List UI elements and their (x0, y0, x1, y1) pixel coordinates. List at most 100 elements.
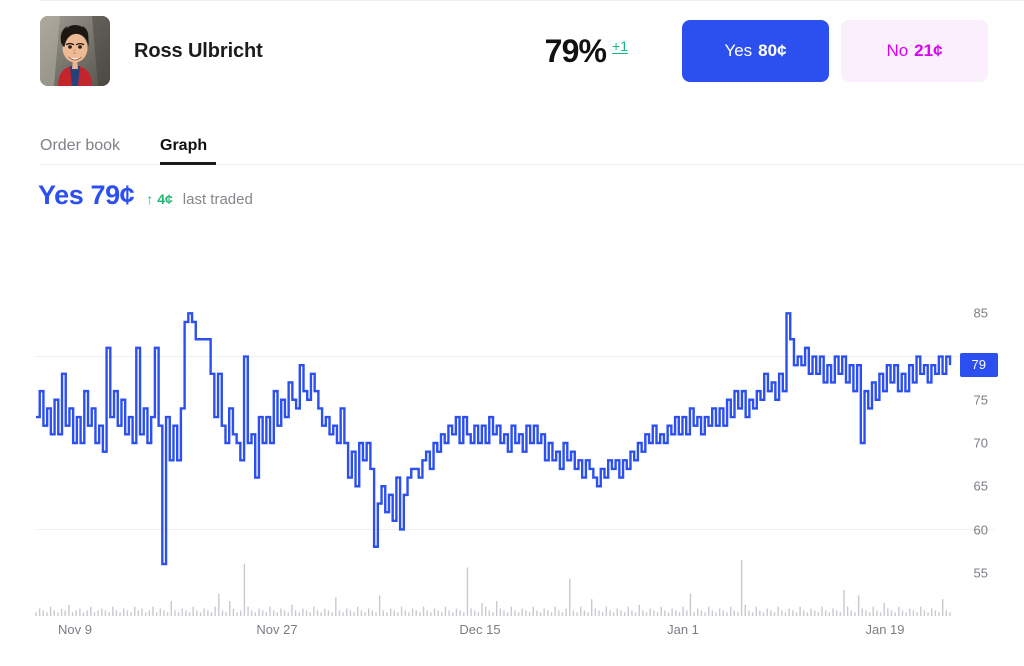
probability-display: 79% +1 (545, 31, 628, 71)
volume-bar (624, 612, 625, 616)
volume-bar (511, 607, 512, 616)
volume-bar (690, 594, 691, 616)
volume-bar (459, 610, 460, 616)
volume-bar (481, 603, 482, 616)
volume-bar (361, 610, 362, 616)
volume-bar (540, 612, 541, 616)
market-header: Ross Ulbricht 79% +1 Yes 80¢ No 21¢ (0, 0, 1024, 103)
volume-bar (149, 610, 150, 616)
volume-bar (203, 609, 204, 616)
volume-bar (134, 607, 135, 616)
volume-bar (631, 610, 632, 616)
volume-bar (310, 612, 311, 616)
volume-bar (324, 609, 325, 616)
volume-bar (240, 610, 241, 616)
volume-bar (770, 610, 771, 616)
volume-bar (576, 612, 577, 616)
volume-bar (65, 610, 66, 616)
y-axis-tick: 60 (974, 522, 988, 537)
volume-bar (693, 612, 694, 616)
volume-bar (752, 612, 753, 616)
volume-bar (829, 612, 830, 616)
volume-bar (887, 609, 888, 616)
tab-graph[interactable]: Graph (160, 137, 207, 155)
volume-bar (927, 612, 928, 616)
market-graph-page: Ross Ulbricht 79% +1 Yes 80¢ No 21¢ Orde… (0, 0, 1024, 666)
volume-bar (492, 612, 493, 616)
volume-bar (595, 609, 596, 616)
volume-bar (562, 612, 563, 616)
volume-bar (664, 610, 665, 616)
volume-bar (342, 612, 343, 616)
volume-bar (357, 607, 358, 616)
volume-bar (207, 610, 208, 616)
volume-bar (810, 609, 811, 616)
volume-bar (598, 610, 599, 616)
volume-bar (686, 610, 687, 616)
volume-bar (777, 607, 778, 616)
volume-bar (518, 612, 519, 616)
volume-bar (485, 607, 486, 616)
volume-bar (225, 612, 226, 616)
volume-bar (328, 610, 329, 616)
volume-bar (346, 609, 347, 616)
volume-bar (580, 607, 581, 616)
volume-bar (302, 609, 303, 616)
volume-bar (390, 609, 391, 616)
volume-bar (796, 612, 797, 616)
volume-bar (873, 607, 874, 616)
x-axis-tick: Jan 1 (667, 622, 699, 637)
buy-no-button[interactable]: No 21¢ (841, 20, 988, 82)
volume-bar (606, 607, 607, 616)
volume-bar (247, 607, 248, 616)
volume-bar (233, 609, 234, 616)
volume-bar (894, 612, 895, 616)
volume-bars (35, 560, 950, 616)
tab-order-book[interactable]: Order book (40, 137, 120, 155)
volume-bar (83, 612, 84, 616)
avatar (40, 16, 110, 86)
buy-yes-button[interactable]: Yes 80¢ (682, 20, 829, 82)
volume-bar (101, 609, 102, 616)
buy-no-label: No (886, 41, 908, 61)
volume-bar (463, 612, 464, 616)
volume-bar (266, 612, 267, 616)
volume-bar (353, 612, 354, 616)
y-axis-tick: 85 (974, 306, 988, 321)
probability-delta: +1 (612, 37, 628, 55)
volume-bar (657, 612, 658, 616)
volume-bar (668, 612, 669, 616)
volume-bar (558, 610, 559, 616)
volume-bar (843, 590, 844, 616)
volume-bar (891, 610, 892, 616)
volume-bar (851, 610, 852, 616)
volume-bar (587, 612, 588, 616)
volume-bar (847, 607, 848, 616)
y-axis-labels: 85797570656055 (960, 250, 1024, 620)
volume-bar (551, 612, 552, 616)
volume-bar (214, 607, 215, 616)
x-axis-labels: Nov 9Nov 27Dec 15Jan 1Jan 19 (0, 622, 1024, 662)
volume-bar (785, 612, 786, 616)
volume-bar (130, 612, 131, 616)
volume-bar (902, 610, 903, 616)
volume-bar (569, 579, 570, 616)
volume-bar (635, 612, 636, 616)
volume-bar (478, 612, 479, 616)
buy-yes-price: 80¢ (758, 41, 786, 61)
volume-bar (924, 610, 925, 616)
volume-bar (715, 612, 716, 616)
last-traded-summary: Yes 79¢ ↑ 4¢ last traded (38, 180, 253, 211)
price-chart-canvas[interactable] (0, 250, 1024, 622)
price-chart[interactable]: 85797570656055 Nov 9Nov 27Dec 15Jan 1Jan… (0, 250, 1024, 666)
volume-bar (178, 612, 179, 616)
volume-bar (152, 607, 153, 616)
volume-bar (507, 612, 508, 616)
volume-bar (97, 610, 98, 616)
volume-bar (697, 609, 698, 616)
volume-bar (339, 610, 340, 616)
volume-bar (401, 607, 402, 616)
volume-bar (701, 610, 702, 616)
volume-bar (745, 605, 746, 616)
volume-bar (913, 610, 914, 616)
